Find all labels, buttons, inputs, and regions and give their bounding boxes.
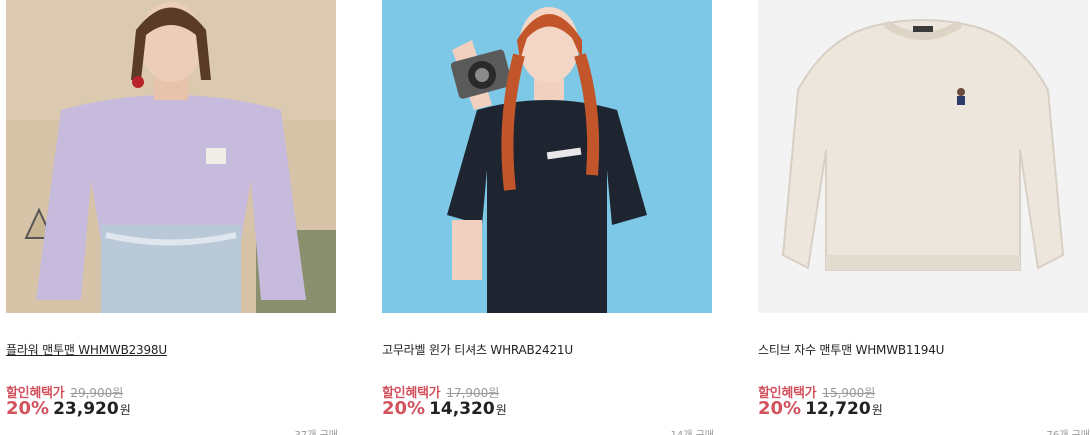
product-grid: 플라워 맨투맨 WHMWB2398U 할인혜택가 29,900원 20% 23,92… xyxy=(0,0,1090,435)
sale-price: 14,320 xyxy=(429,399,495,419)
price-info: 20% 14,320원 xyxy=(382,398,507,419)
sold-count: 37개 구매 xyxy=(294,426,338,435)
sold-count: 14개 구매 xyxy=(670,426,714,435)
product-image[interactable] xyxy=(6,0,336,313)
product-image[interactable] xyxy=(758,0,1088,313)
discount-percent: 20% xyxy=(758,398,802,419)
product-name[interactable]: 플라워 맨투맨 WHMWB2398U xyxy=(6,341,167,358)
currency-unit: 원 xyxy=(495,403,507,417)
lavender-sweatshirt-model-photo xyxy=(6,0,336,313)
product-name[interactable]: 스티브 자수 맨투맨 WHMWB1194U xyxy=(758,341,944,358)
price-info: 20% 23,920원 xyxy=(6,398,131,419)
black-tshirt-model-camera-photo xyxy=(382,0,712,313)
product-card[interactable]: 고무라벨 윈가 티셔츠 WHRAB2421U 할인혜택가 17,900원 20% 1… xyxy=(382,0,714,435)
price-info: 20% 12,720원 xyxy=(758,398,883,419)
sale-price: 23,920 xyxy=(53,399,119,419)
sale-price: 12,720 xyxy=(805,399,871,419)
product-card[interactable]: 스티브 자수 맨투맨 WHMWB1194U 할인혜택가 15,900원 20% 12… xyxy=(758,0,1090,435)
product-card[interactable]: 플라워 맨투맨 WHMWB2398U 할인혜택가 29,900원 20% 23,92… xyxy=(6,0,338,435)
discount-percent: 20% xyxy=(6,398,50,419)
sold-count: 76개 구매 xyxy=(1046,426,1090,435)
currency-unit: 원 xyxy=(119,403,131,417)
discount-percent: 20% xyxy=(382,398,426,419)
cream-sweatshirt-product-photo xyxy=(758,0,1088,313)
currency-unit: 원 xyxy=(871,403,883,417)
product-name[interactable]: 고무라벨 윈가 티셔츠 WHRAB2421U xyxy=(382,341,573,358)
product-image[interactable] xyxy=(382,0,712,313)
